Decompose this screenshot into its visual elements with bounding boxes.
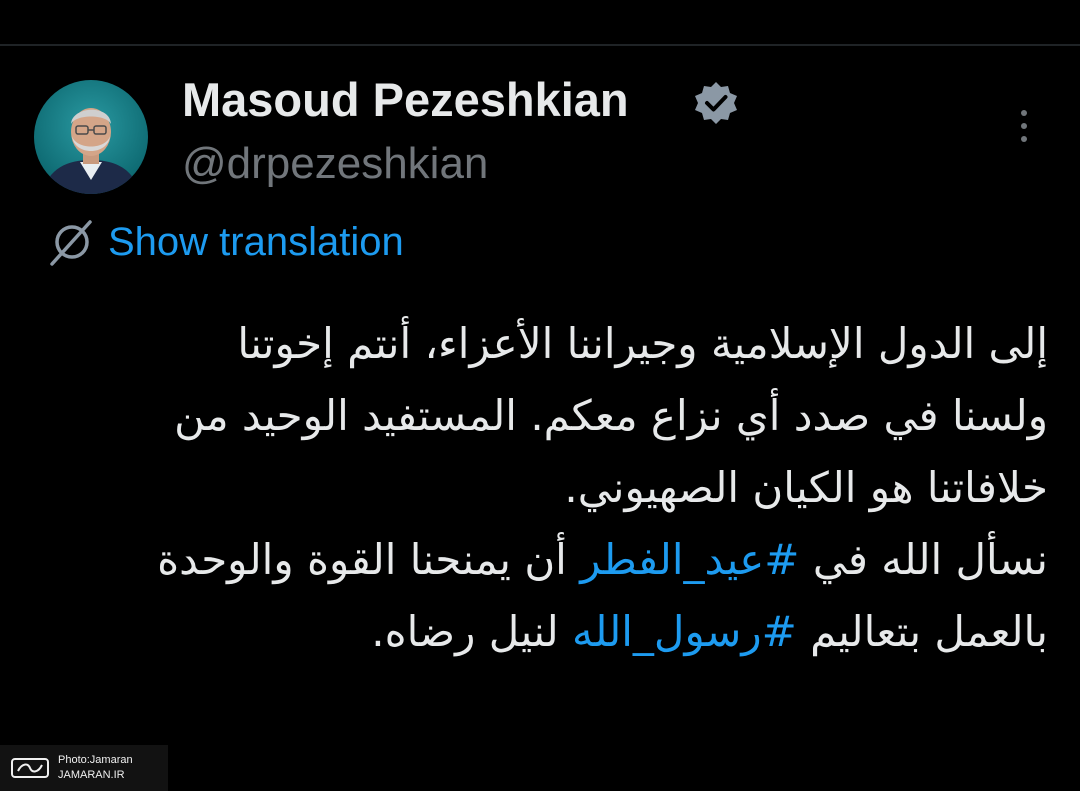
tweet-line-5-end: لنيل رضاه. bbox=[371, 607, 573, 656]
tweet-line-3: خلافاتنا هو الكيان الصهيوني. bbox=[564, 463, 1048, 512]
translate-globe-icon bbox=[50, 220, 92, 266]
more-options-button[interactable] bbox=[1008, 106, 1040, 146]
top-divider bbox=[0, 44, 1080, 46]
more-options-icon-dot bbox=[1021, 136, 1027, 142]
tweet-text: إلى الدول الإسلامية وجيراننا الأعزاء، أن… bbox=[38, 308, 1048, 668]
jamaran-logo-icon bbox=[11, 758, 49, 778]
author-display-name[interactable]: Masoud Pezeshkian bbox=[182, 70, 629, 130]
avatar-portrait bbox=[42, 108, 140, 194]
avatar[interactable] bbox=[34, 80, 148, 194]
show-translation-button[interactable]: Show translation bbox=[44, 214, 404, 270]
tweet-line-2: ولسنا في صدد أي نزاع معكم. المستفيد الوح… bbox=[174, 391, 1048, 440]
show-translation-label[interactable]: Show translation bbox=[108, 220, 404, 265]
hashtag-eid-al-fitr[interactable]: #عيد_الفطر bbox=[580, 535, 799, 584]
tweet-line-4-end: أن يمنحنا القوة والوحدة bbox=[157, 535, 581, 584]
tweet-line-5-start: بالعمل بتعاليم bbox=[796, 607, 1048, 656]
hashtag-rasul-allah[interactable]: #رسول_الله bbox=[572, 607, 797, 656]
tweet-line-5: بالعمل بتعاليم #رسول_الله لنيل رضاه. bbox=[38, 596, 1048, 668]
verified-badge-icon bbox=[695, 82, 737, 124]
tweet-line-4: نسأل الله في #عيد_الفطر أن يمنحنا القوة … bbox=[38, 524, 1048, 596]
tweet-line-4-start: نسأل الله في bbox=[799, 535, 1048, 584]
photo-credit-watermark: Photo:Jamaran JAMARAN.IR bbox=[0, 745, 168, 791]
author-handle[interactable]: @drpezeshkian bbox=[182, 136, 488, 192]
photo-site: JAMARAN.IR bbox=[58, 769, 125, 781]
photo-credit: Photo:Jamaran bbox=[58, 754, 133, 766]
more-options-icon bbox=[1021, 110, 1027, 116]
tweet-line-1: إلى الدول الإسلامية وجيراننا الأعزاء، أن… bbox=[237, 319, 1048, 368]
more-options-icon-dot bbox=[1021, 123, 1027, 129]
